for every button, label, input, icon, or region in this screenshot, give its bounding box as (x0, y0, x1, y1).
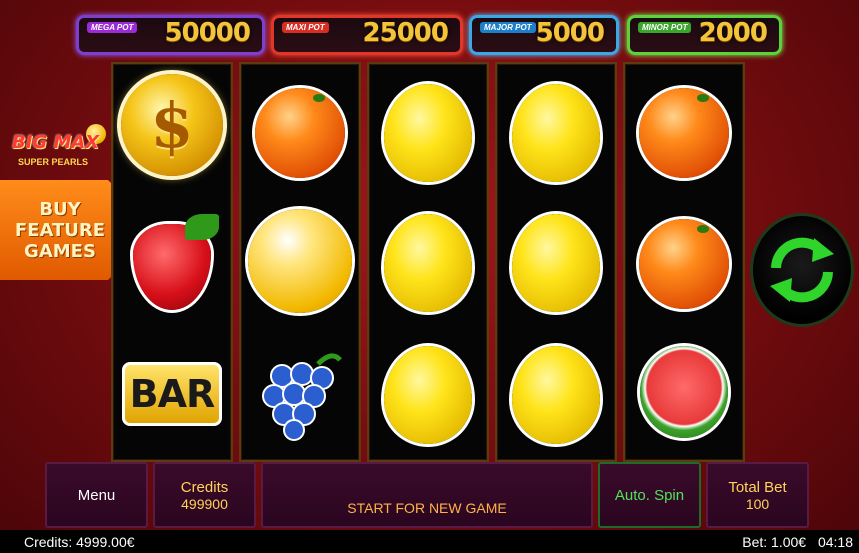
golden-pearl-icon (248, 209, 352, 313)
lemon-icon (384, 84, 472, 182)
game-logo: BIG MAX SUPER PEARLS (4, 124, 108, 174)
jackpot-mega-label: MEGA POT (87, 22, 138, 33)
status-bar: Credits: 4999.00€ Bet: 1.00€ 04:18 (0, 530, 859, 553)
lemon-icon (512, 84, 600, 182)
menu-label: Menu (77, 486, 116, 504)
buy-feature-games-button[interactable]: BUY FEATURE GAMES (0, 180, 120, 280)
logo-title: BIG MAX (12, 132, 100, 153)
reel-5 (623, 62, 745, 462)
total-bet-label: Total Bet (728, 478, 787, 496)
dollar-coin-icon: $ (121, 74, 223, 176)
lemon-icon (512, 214, 600, 312)
jackpot-maxi-label: MAXI POT (282, 22, 329, 33)
orange-icon (639, 219, 729, 309)
menu-button[interactable]: Menu (45, 462, 148, 528)
jackpot-major: MAJOR POT 5000 (469, 15, 619, 55)
credits-value: 499900 (181, 495, 228, 512)
reel-1: $ BAR (111, 62, 233, 462)
spin-button[interactable] (750, 213, 854, 327)
orange-icon (639, 88, 729, 178)
bar-text: BAR (129, 372, 216, 416)
dollar-sign: $ (150, 88, 194, 162)
jackpot-minor-label: MINOR POT (638, 22, 692, 33)
jackpot-minor: MINOR POT 2000 (627, 15, 782, 55)
jackpot-minor-value: 2000 (698, 18, 768, 48)
reel-4 (495, 62, 617, 462)
status-time: 04:18 (817, 533, 853, 550)
logo-subtitle: SUPER PEARLS (18, 157, 89, 167)
status-right: Bet: 1.00€ 04:18 (734, 534, 853, 550)
orange-icon (255, 88, 345, 178)
credits-label: Credits (180, 478, 229, 496)
watermelon-icon (640, 346, 728, 438)
total-bet-button[interactable]: Total Bet 100 (706, 462, 809, 528)
refresh-arrows-icon (770, 237, 834, 303)
status-credits: Credits: 4999.00€ (24, 533, 135, 550)
reel-3 (367, 62, 489, 462)
lemon-icon (384, 346, 472, 444)
jackpot-mega-value: 50000 (164, 18, 251, 48)
bar-icon: BAR (122, 362, 222, 426)
auto-spin-label: Auto. Spin (614, 486, 685, 504)
jackpot-mega: MEGA POT 50000 (76, 15, 265, 55)
lemon-icon (384, 214, 472, 312)
lemon-icon (512, 346, 600, 444)
reel-2 (239, 62, 361, 462)
start-new-game-button[interactable]: START FOR NEW GAME (261, 462, 593, 528)
status-bet: Bet: 1.00€ (742, 533, 807, 550)
start-label: START FOR NEW GAME (347, 500, 507, 516)
credits-display: Credits 499900 (153, 462, 256, 528)
total-bet-value: 100 (745, 495, 770, 512)
grapes-icon (252, 346, 348, 442)
jackpot-maxi: MAXI POT 25000 (271, 15, 463, 55)
auto-spin-button[interactable]: Auto. Spin (598, 462, 701, 528)
jackpot-maxi-value: 25000 (362, 18, 449, 48)
buy-feature-label: BUY FEATURE GAMES (14, 198, 106, 262)
jackpot-major-label: MAJOR POT (480, 22, 536, 33)
jackpot-major-value: 5000 (535, 18, 605, 48)
strawberry-icon (133, 214, 219, 310)
